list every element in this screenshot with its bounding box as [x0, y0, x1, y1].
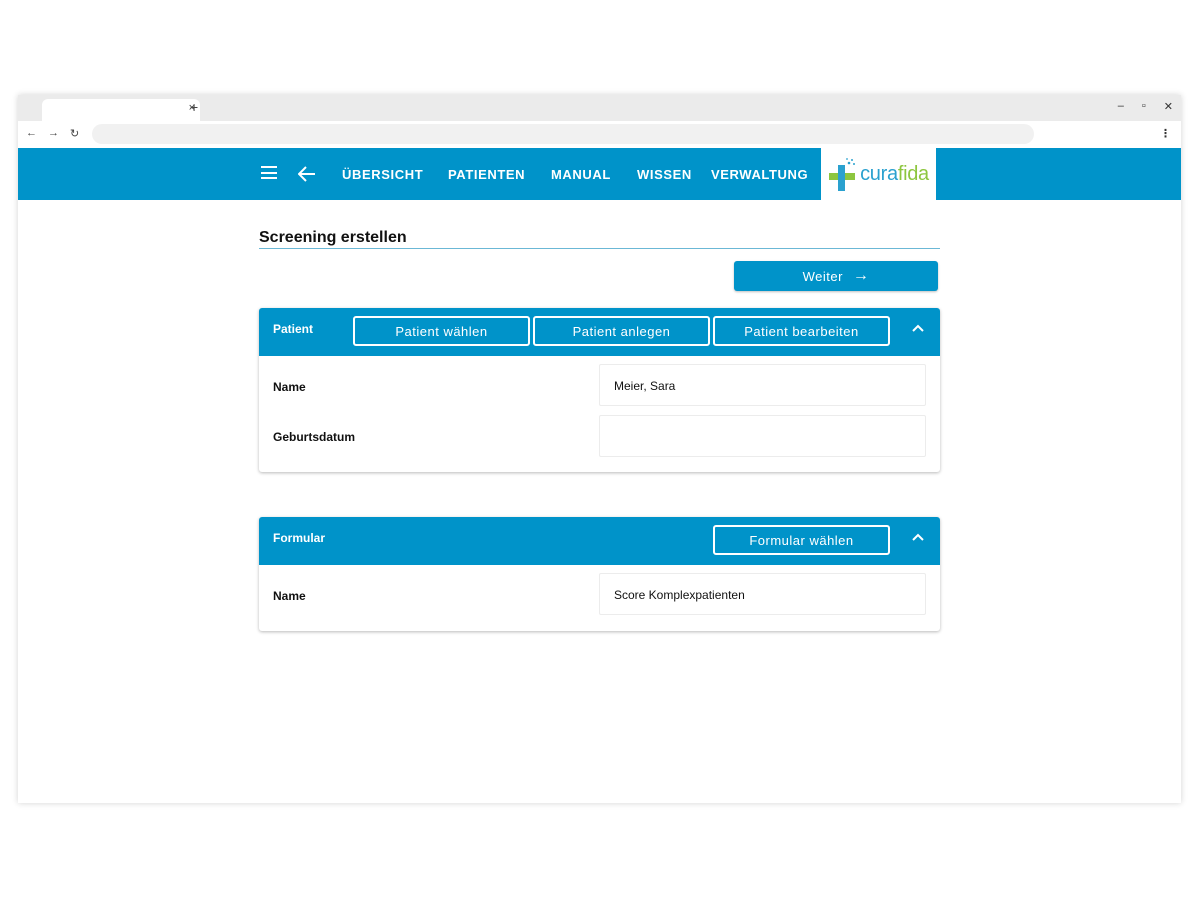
- address-bar: ← → ↻ ⋮: [18, 121, 1181, 148]
- logo-cross-icon: [829, 158, 856, 191]
- birthdate-label: Geburtsdatum: [273, 430, 356, 444]
- patient-name-field: Meier, Sara: [599, 364, 926, 406]
- form-card: Formular Formular wählen Name Score Komp…: [259, 517, 940, 631]
- browser-menu-icon[interactable]: ⋮: [1160, 127, 1171, 140]
- reload-icon[interactable]: ↻: [70, 127, 79, 140]
- patient-name-label: Name: [273, 380, 306, 394]
- form-name-field: Score Komplexpatienten: [599, 573, 926, 615]
- patient-bearbeiten-button[interactable]: Patient bearbeiten: [713, 316, 890, 346]
- birthdate-row: Geburtsdatum: [259, 411, 940, 462]
- patient-card-title: Patient: [273, 322, 314, 336]
- minimize-icon[interactable]: –: [1118, 100, 1124, 113]
- patient-card: Patient Patient wählen Patient anlegen P…: [259, 308, 940, 472]
- nav-link-uebersicht[interactable]: ÜBERSICHT: [342, 167, 423, 182]
- back-arrow-icon[interactable]: [297, 160, 316, 188]
- form-name-row: Name Score Komplexpatienten: [259, 569, 940, 620]
- nav-link-wissen[interactable]: WISSEN: [637, 167, 692, 182]
- title-divider: [259, 248, 940, 249]
- form-name-label: Name: [273, 589, 306, 603]
- new-tab-icon[interactable]: +: [190, 99, 198, 115]
- app-header: ÜBERSICHT PATIENTEN MANUAL WISSEN VERWAL…: [18, 148, 1181, 200]
- tab-strip: × + – ▫ ✕: [18, 95, 1181, 121]
- close-window-icon[interactable]: ✕: [1164, 100, 1173, 113]
- form-card-header: Formular Formular wählen: [259, 517, 940, 565]
- browser-tab[interactable]: ×: [42, 99, 200, 121]
- arrow-right-icon: →: [852, 267, 870, 284]
- browser-back-icon[interactable]: ←: [26, 127, 37, 139]
- chevron-up-icon[interactable]: [912, 323, 924, 335]
- menu-icon[interactable]: [261, 166, 277, 179]
- page-title: Screening erstellen: [259, 229, 407, 246]
- patient-waehlen-button[interactable]: Patient wählen: [353, 316, 530, 346]
- form-card-title: Formular: [273, 531, 326, 545]
- curafida-logo[interactable]: curafida: [821, 148, 936, 200]
- formular-waehlen-button[interactable]: Formular wählen: [713, 525, 890, 555]
- patient-card-header: Patient Patient wählen Patient anlegen P…: [259, 308, 940, 356]
- restore-icon[interactable]: ▫: [1142, 100, 1146, 113]
- birthdate-field: [599, 415, 926, 457]
- chevron-up-icon[interactable]: [912, 532, 924, 544]
- patient-anlegen-button[interactable]: Patient anlegen: [533, 316, 710, 346]
- patient-name-row: Name Meier, Sara: [259, 360, 940, 411]
- nav-link-verwaltung[interactable]: VERWALTUNG: [711, 167, 808, 182]
- window-controls: – ▫ ✕: [1118, 100, 1173, 113]
- weiter-button[interactable]: Weiter →: [734, 261, 938, 291]
- logo-wordmark: curafida: [860, 162, 929, 185]
- browser-window: × + – ▫ ✕ ← → ↻ ⋮ ÜBERSICHT PATIENTEN MA…: [18, 95, 1181, 803]
- url-input[interactable]: [92, 124, 1034, 144]
- weiter-button-label: Weiter: [802, 268, 843, 284]
- nav-link-patienten[interactable]: PATIENTEN: [448, 167, 525, 182]
- browser-forward-icon[interactable]: →: [48, 127, 59, 139]
- nav-link-manual[interactable]: MANUAL: [551, 167, 611, 182]
